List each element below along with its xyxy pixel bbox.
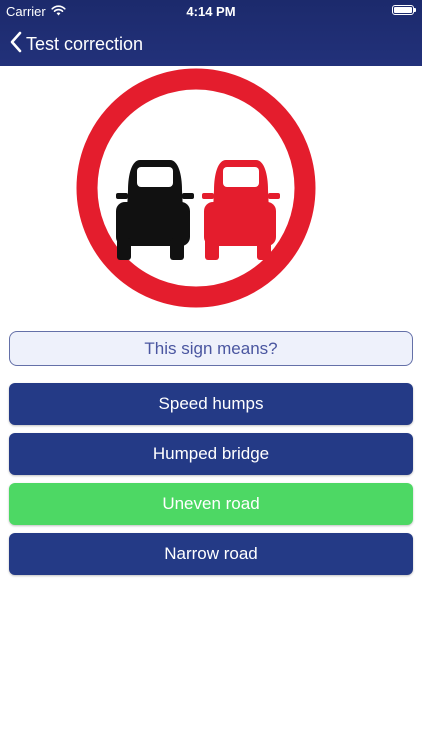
top-bar: Carrier 4:14 PM Test correction bbox=[0, 0, 422, 66]
answer-uneven-road-button[interactable]: Uneven road bbox=[9, 483, 413, 525]
question-box: This sign means? bbox=[9, 331, 413, 366]
answer-label: Uneven road bbox=[162, 494, 260, 513]
nav-title: Test correction bbox=[26, 33, 144, 54]
battery-icon bbox=[392, 5, 416, 15]
sign-image-area bbox=[0, 66, 422, 328]
answer-speed-humps-button[interactable]: Speed humps bbox=[9, 383, 413, 425]
navigation-bar: Test correction bbox=[0, 22, 422, 66]
status-bar: Carrier 4:14 PM bbox=[0, 0, 422, 22]
question-text: This sign means? bbox=[144, 338, 278, 358]
chevron-left-icon bbox=[10, 31, 22, 58]
back-button[interactable]: Test correction bbox=[10, 30, 143, 58]
no-overtaking-sign bbox=[76, 68, 316, 308]
answer-humped-bridge-button[interactable]: Humped bridge bbox=[9, 433, 413, 475]
status-time: 4:14 PM bbox=[186, 4, 236, 19]
sign-ring bbox=[76, 68, 316, 308]
answer-label: Speed humps bbox=[158, 394, 264, 413]
answer-label: Narrow road bbox=[164, 544, 258, 563]
answer-label: Humped bridge bbox=[152, 444, 270, 463]
answer-narrow-road-button[interactable]: Narrow road bbox=[9, 533, 413, 575]
